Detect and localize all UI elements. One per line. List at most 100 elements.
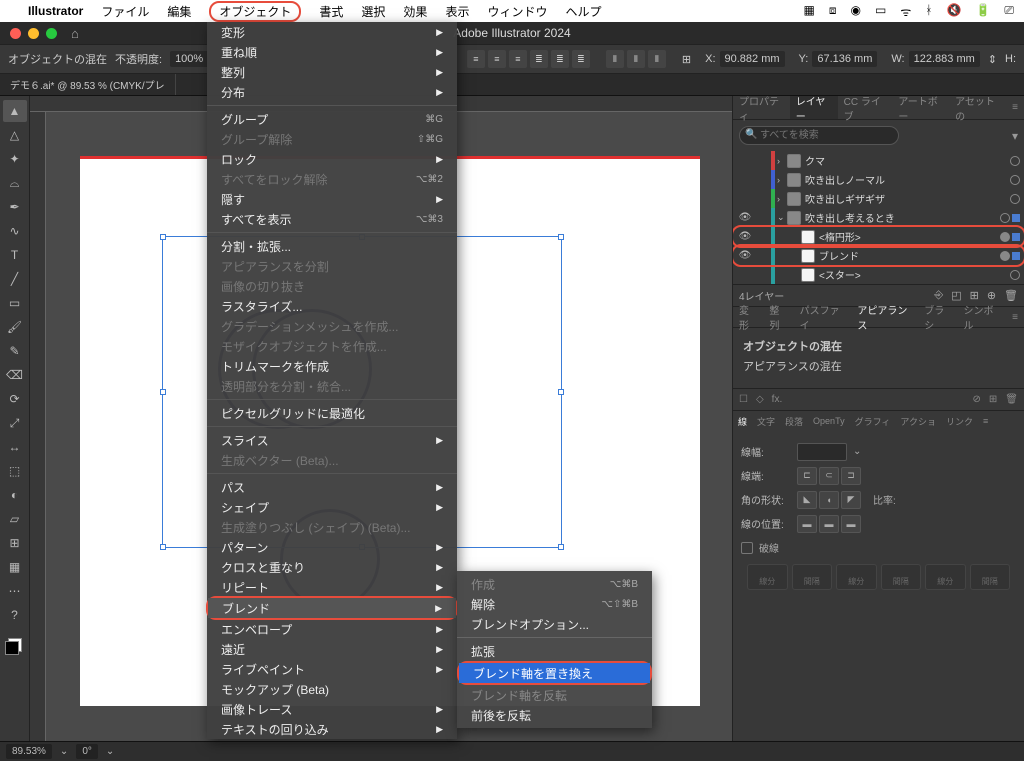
menu-view[interactable]: 表示 <box>445 3 469 20</box>
tab-opentype[interactable]: OpenTy <box>808 416 850 426</box>
dash-checkbox[interactable] <box>741 542 753 554</box>
cap-round-icon[interactable]: ⊂ <box>819 467 839 485</box>
y-value[interactable]: 67.136 mm <box>812 51 877 67</box>
home-icon[interactable]: ⌂ <box>71 26 79 41</box>
filter-icon[interactable]: ▾ <box>1012 129 1018 143</box>
submenu-item[interactable]: ブレンドオプション... <box>457 614 652 634</box>
selection-tool[interactable]: ▲ <box>3 100 27 122</box>
panel-menu-icon[interactable]: ≡ <box>1006 312 1024 323</box>
mute-icon[interactable]: 🔇 <box>946 3 961 20</box>
zoom-button[interactable] <box>46 28 57 39</box>
resize-handle[interactable] <box>160 544 166 550</box>
layer-name[interactable]: 吹き出しノーマル <box>805 172 1006 187</box>
layer-row[interactable]: › 吹き出しノーマル <box>733 170 1024 189</box>
wifi-icon[interactable]: ᯤ <box>900 3 911 20</box>
link-wh-icon[interactable]: ⇕ <box>988 53 997 66</box>
fx-label[interactable]: fx. <box>772 394 783 405</box>
layer-row[interactable]: 👁<楕円形> <box>733 227 1024 246</box>
resize-handle[interactable] <box>558 234 564 240</box>
dash-field[interactable]: 間隔 <box>970 564 1011 590</box>
direct-selection-tool[interactable]: △ <box>3 124 27 146</box>
menu-item[interactable]: クロスと重なり▶ <box>207 557 457 577</box>
menu-item[interactable]: 画像トレース▶ <box>207 699 457 719</box>
align-icon[interactable]: ≡ <box>467 50 485 68</box>
rotate-tool[interactable]: ⟳ <box>3 388 27 410</box>
dropbox-icon[interactable]: ⧈ <box>829 3 837 20</box>
disclosure-icon[interactable]: ⌄ <box>777 212 787 223</box>
tab-graphic[interactable]: グラフィ <box>850 415 896 428</box>
align-inside-icon[interactable]: ▬ <box>819 515 839 533</box>
menu-item[interactable]: モックアップ (Beta) <box>207 679 457 699</box>
control-center-icon[interactable]: ⎚ <box>1004 3 1014 20</box>
rotate-dropdown-icon[interactable]: ⌄ <box>106 746 114 757</box>
width-tool[interactable]: ↔ <box>3 436 27 458</box>
menu-item[interactable]: エンベロープ▶ <box>207 619 457 639</box>
menu-item[interactable]: パス▶ <box>207 477 457 497</box>
layer-row[interactable]: 👁⌄吹き出し考えるとき <box>733 208 1024 227</box>
tab-link[interactable]: リンク <box>941 415 978 428</box>
locate-layer-icon[interactable]: ⎆ <box>934 289 943 302</box>
cap-square-icon[interactable]: ⊐ <box>841 467 861 485</box>
resize-handle[interactable] <box>558 544 564 550</box>
dash-field[interactable]: 線分 <box>836 564 877 590</box>
target-icon[interactable] <box>1010 270 1020 280</box>
tab-layers[interactable]: レイヤー <box>790 96 838 119</box>
visibility-toggle[interactable]: 👁 <box>733 212 757 223</box>
layer-name[interactable]: <楕円形> <box>819 229 996 244</box>
menu-item[interactable]: トリムマークを作成 <box>207 356 457 376</box>
opacity-value[interactable]: 100% <box>170 51 208 67</box>
menu-select[interactable]: 選択 <box>361 3 385 20</box>
display-icon[interactable]: ▭ <box>875 3 886 20</box>
disclosure-icon[interactable]: › <box>777 175 787 185</box>
edit-toolbar[interactable]: ? <box>3 604 27 626</box>
tab-properties[interactable]: プロパティ <box>733 93 790 123</box>
align-icon[interactable]: ≡ <box>509 50 527 68</box>
layer-search-input[interactable] <box>739 126 899 145</box>
resize-handle[interactable] <box>558 389 564 395</box>
rotate-value[interactable]: 0° <box>76 744 98 759</box>
menu-item[interactable]: ロック▶ <box>207 149 457 169</box>
add-fill-icon[interactable]: ◇ <box>756 394 764 405</box>
layer-row[interactable]: <スター> <box>733 265 1024 284</box>
close-button[interactable] <box>10 28 21 39</box>
scale-tool[interactable]: ⤢ <box>3 412 27 434</box>
target-icon[interactable] <box>1000 213 1010 223</box>
magic-wand-tool[interactable]: ✦ <box>3 148 27 170</box>
panel-menu-icon[interactable]: ≡ <box>1006 102 1024 113</box>
menu-item[interactable]: テキストの回り込み▶ <box>207 719 457 739</box>
duplicate-icon[interactable]: ⊞ <box>989 394 997 405</box>
menu-edit[interactable]: 編集 <box>167 3 191 20</box>
stroke-width-input[interactable] <box>797 443 847 461</box>
join-bevel-icon[interactable]: ◤ <box>841 491 861 509</box>
visibility-toggle[interactable]: 👁 <box>733 250 757 261</box>
menu-item[interactable]: 変形▶ <box>207 22 457 42</box>
eraser-tool[interactable]: ⌫ <box>3 364 27 386</box>
dash-field[interactable]: 間隔 <box>881 564 922 590</box>
disclosure-icon[interactable]: › <box>777 156 787 166</box>
distribute-icon[interactable]: ⫴ <box>648 50 666 68</box>
menu-item[interactable]: リピート▶ <box>207 577 457 597</box>
line-tool[interactable]: ╱ <box>3 268 27 290</box>
rectangle-tool[interactable]: ▭ <box>3 292 27 314</box>
layer-name[interactable]: <スター> <box>819 267 1006 282</box>
free-transform-tool[interactable]: ⬚ <box>3 460 27 482</box>
app-name[interactable]: Illustrator <box>28 4 83 18</box>
target-icon[interactable] <box>1010 156 1020 166</box>
align-icon[interactable]: ≣ <box>551 50 569 68</box>
clear-appearance-icon[interactable]: ⊘ <box>973 394 981 405</box>
stroke-width-dropdown[interactable]: ⌄ <box>853 446 861 457</box>
tab-action[interactable]: アクショ <box>895 415 941 428</box>
submenu-item[interactable]: 解除⌥⇧⌘B <box>457 594 652 614</box>
menu-item[interactable]: ライブペイント▶ <box>207 659 457 679</box>
menu-item[interactable]: 重ね順▶ <box>207 42 457 62</box>
resize-handle[interactable] <box>160 389 166 395</box>
align-icon[interactable]: ≣ <box>530 50 548 68</box>
submenu-item[interactable]: 前後を反転 <box>457 705 652 725</box>
tab-char[interactable]: 文字 <box>752 415 780 428</box>
menu-item[interactable]: ピクセルグリッドに最適化 <box>207 403 457 423</box>
target-icon[interactable] <box>1010 194 1020 204</box>
clip-mask-icon[interactable]: ◰ <box>951 289 961 302</box>
battery-icon[interactable]: 🔋 <box>975 3 990 20</box>
menu-item[interactable]: 遠近▶ <box>207 639 457 659</box>
menu-item[interactable]: 隠す▶ <box>207 189 457 209</box>
